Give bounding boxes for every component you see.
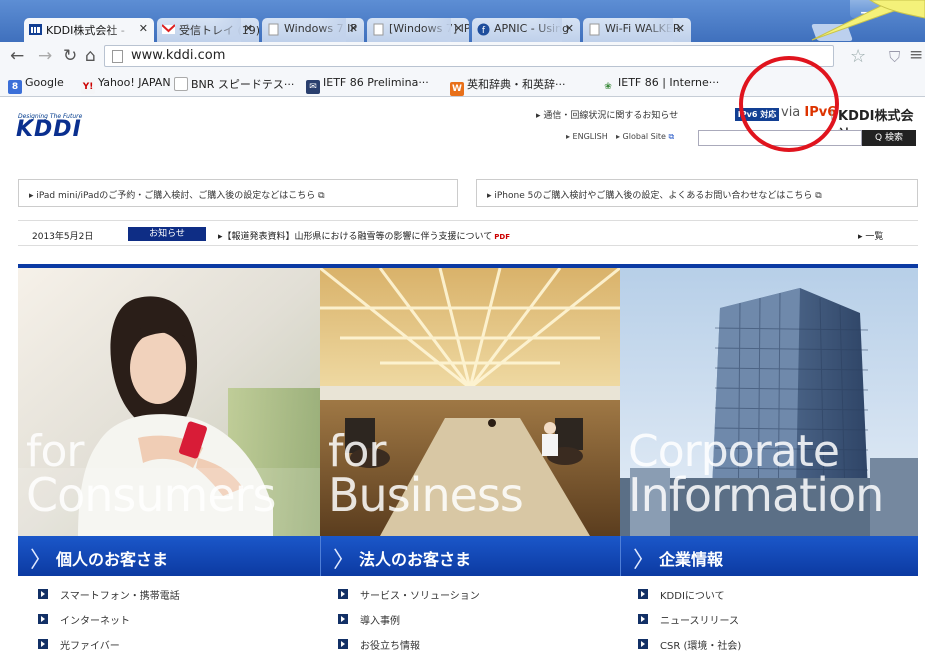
- header-separator: |: [830, 107, 834, 120]
- site-search-input[interactable]: [698, 130, 862, 146]
- list-item[interactable]: サービス・ソリューション: [338, 587, 480, 612]
- chevron-right-icon: 〉: [30, 548, 53, 573]
- new-tab-button[interactable]: [810, 24, 854, 41]
- band-consumers[interactable]: 〉個人のお客さま: [18, 536, 320, 576]
- bookmark-ietf86-prelim[interactable]: ✉ IETF 86 Prelimina···: [306, 76, 429, 94]
- url-text: www.kddi.com: [131, 48, 226, 63]
- ipv6-indicator: via IPv6: [781, 105, 837, 120]
- list-item[interactable]: KDDIについて: [638, 587, 741, 612]
- corporate-links: KDDIについて ニュースリリース CSR (環境・社会): [638, 587, 741, 662]
- ipv6-badge: IPv6 対応: [735, 108, 779, 121]
- tab-close-icon[interactable]: ✕: [565, 22, 574, 35]
- list-item[interactable]: スマートフォン・携帯電話: [38, 587, 180, 612]
- browser-tab-strip: ▁ KDDI株式会社 - ✕ 受信トレイ (19) ✕ Windows 7 IP…: [0, 0, 925, 42]
- browser-toolbar: ← → ↻ ⌂ www.kddi.com: [0, 42, 925, 70]
- bookmark-yahoo[interactable]: Y! Yahoo! JAPAN: [81, 76, 171, 94]
- arrow-bullet-icon: [38, 589, 48, 599]
- list-item[interactable]: インターネット: [38, 612, 180, 637]
- tab-wifi-walker[interactable]: Wi-Fi WALKER ✕: [583, 18, 691, 42]
- list-item[interactable]: 光ファイバー: [38, 637, 180, 662]
- band-business[interactable]: 〉法人のお客さま: [320, 536, 620, 576]
- news-date: 2013年5月2日: [32, 232, 94, 242]
- home-icon[interactable]: ⌂: [85, 46, 96, 66]
- extension-icon[interactable]: ⛉: [889, 48, 900, 66]
- list-item[interactable]: お役立ち情報: [338, 637, 480, 662]
- arrow-bullet-icon: [338, 614, 348, 624]
- consumers-links: スマートフォン・携帯電話 インターネット 光ファイバー: [38, 587, 180, 662]
- news-headline-link[interactable]: ▸【報道発表資料】山形県における融雪等の影響に伴う支援について PDF: [218, 229, 510, 242]
- external-link-icon: ⧉: [812, 191, 822, 201]
- consumers-panel[interactable]: for Consumers: [18, 268, 320, 536]
- yahoo-icon: Y!: [81, 80, 95, 94]
- address-bar[interactable]: www.kddi.com: [104, 45, 834, 67]
- arrow-bullet-icon: [638, 639, 648, 649]
- bookmark-bnr[interactable]: BNR スピードテス···: [174, 76, 294, 92]
- bookmarks-bar: 8 Google Y! Yahoo! JAPAN BNR スピードテス··· ✉ IE…: [0, 70, 925, 97]
- tab-close-icon[interactable]: ✕: [676, 22, 685, 35]
- reload-icon[interactable]: ↻: [63, 46, 77, 66]
- back-arrow-icon[interactable]: ←: [10, 46, 24, 66]
- kddi-logo[interactable]: KDDI: [16, 117, 82, 142]
- tab-windows7-ip[interactable]: Windows 7 IP ✕: [262, 18, 364, 42]
- service-status-link[interactable]: ▸ 通信・回線状況に関するお知らせ: [536, 108, 678, 121]
- global-site-link[interactable]: ▸ Global Site ⧉: [616, 132, 674, 142]
- arrow-bullet-icon: [338, 639, 348, 649]
- tab-kddi[interactable]: KDDI株式会社 - ✕: [24, 18, 154, 42]
- corporate-panel[interactable]: Corporate Information: [620, 268, 918, 536]
- panel-title-line2: Information: [628, 468, 884, 522]
- arrow-bullet-icon: [338, 589, 348, 599]
- tab-close-icon[interactable]: ✕: [139, 22, 148, 35]
- tab-apnic[interactable]: f APNIC - Using ✕: [472, 18, 580, 42]
- chevron-right-icon: 〉: [333, 548, 356, 573]
- forward-arrow-icon[interactable]: →: [38, 46, 52, 66]
- business-panel[interactable]: for Business: [320, 268, 620, 536]
- ietf-leaf-icon: ❀: [601, 80, 615, 94]
- tab-close-icon[interactable]: ✕: [244, 22, 253, 35]
- promo-iphone[interactable]: ▸ iPhone 5のご購入検討やご購入後の設定、よくあるお問い合わせなどはこち…: [476, 179, 918, 207]
- english-link[interactable]: ▸ ENGLISH: [566, 132, 608, 141]
- business-links: サービス・ソリューション 導入事例 お役立ち情報: [338, 587, 480, 662]
- band-corporate[interactable]: 〉企業情報: [620, 536, 918, 576]
- tab-close-icon[interactable]: ✕: [454, 22, 463, 35]
- page-icon: [373, 23, 384, 36]
- tab-gmail[interactable]: 受信トレイ (19) ✕: [157, 18, 259, 42]
- apnic-icon: f: [477, 23, 490, 36]
- minimize-button[interactable]: ▁: [850, 0, 880, 18]
- web-page: Designing The Future KDDI ▸ 通信・回線状況に関するお…: [0, 97, 925, 666]
- chevron-right-icon: 〉: [633, 548, 656, 573]
- arrow-bullet-icon: [638, 614, 648, 624]
- ietf-icon: ✉: [306, 80, 320, 94]
- bookmark-eijiro[interactable]: W 英和辞典・和英辞···: [450, 76, 566, 96]
- external-link-icon: ⧉: [668, 132, 675, 141]
- list-item[interactable]: ニュースリリース: [638, 612, 741, 637]
- kddi-favicon-icon: [29, 24, 42, 35]
- list-item[interactable]: 導入事例: [338, 612, 480, 637]
- page-icon: [589, 23, 600, 36]
- panel-title-line2: Business: [328, 468, 524, 522]
- page-icon: [174, 77, 188, 91]
- panel-title-line2: Consumers: [26, 468, 277, 522]
- bookmark-google[interactable]: 8 Google: [8, 76, 64, 94]
- arrow-bullet-icon: [38, 639, 48, 649]
- pdf-icon: PDF: [494, 233, 510, 241]
- arrow-bullet-icon: [38, 614, 48, 624]
- promo-ipad[interactable]: ▸ iPad mini/iPadのご予約・ご購入検討、ご購入後の設定などはこちら…: [18, 179, 458, 207]
- weblio-icon: W: [450, 82, 464, 96]
- tab-windows7-ip-2[interactable]: [Windows 7] IP ✕: [367, 18, 469, 42]
- page-icon: [268, 23, 279, 36]
- external-link-icon: ⧉: [315, 191, 325, 201]
- google-icon: 8: [8, 80, 22, 94]
- search-button[interactable]: Q 検索: [862, 130, 916, 146]
- tab-close-icon[interactable]: ✕: [349, 22, 358, 35]
- browser-menu-icon[interactable]: ≡: [909, 45, 923, 65]
- bookmark-star-icon[interactable]: ☆: [850, 46, 866, 67]
- news-tag-badge: お知らせ: [128, 227, 206, 241]
- news-list-link[interactable]: ▸ 一覧: [858, 229, 883, 242]
- page-icon: [112, 50, 123, 63]
- gmail-icon: [162, 24, 175, 34]
- arrow-bullet-icon: [638, 589, 648, 599]
- bookmark-ietf86-internet[interactable]: ❀ IETF 86 | Interne···: [601, 76, 719, 94]
- news-bar: 2013年5月2日 お知らせ ▸【報道発表資料】山形県における融雪等の影響に伴う…: [18, 220, 918, 246]
- list-item[interactable]: CSR (環境・社会): [638, 637, 741, 662]
